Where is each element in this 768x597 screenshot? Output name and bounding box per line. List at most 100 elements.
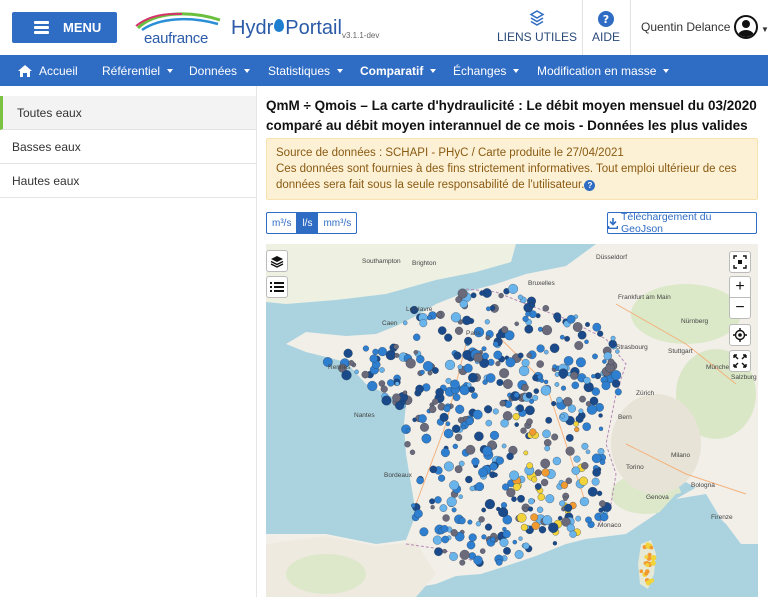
station-marker[interactable] bbox=[498, 507, 509, 518]
station-marker[interactable] bbox=[611, 379, 621, 388]
station-marker[interactable] bbox=[514, 550, 524, 559]
station-marker[interactable] bbox=[427, 370, 433, 376]
station-marker[interactable] bbox=[644, 571, 649, 576]
eaufrance-logo[interactable]: eaufrance bbox=[134, 8, 244, 48]
layers-control[interactable] bbox=[266, 250, 288, 272]
station-marker[interactable] bbox=[505, 357, 516, 368]
station-marker[interactable] bbox=[602, 359, 607, 364]
station-marker[interactable] bbox=[538, 526, 547, 534]
station-marker[interactable] bbox=[559, 500, 566, 507]
station-marker[interactable] bbox=[583, 382, 594, 393]
station-marker[interactable] bbox=[570, 371, 579, 380]
station-marker[interactable] bbox=[437, 326, 447, 335]
station-marker[interactable] bbox=[542, 305, 550, 312]
station-marker[interactable] bbox=[645, 542, 650, 547]
station-marker[interactable] bbox=[380, 385, 388, 393]
station-marker[interactable] bbox=[457, 417, 465, 424]
station-marker[interactable] bbox=[419, 369, 425, 375]
station-marker[interactable] bbox=[522, 542, 530, 550]
station-marker[interactable] bbox=[516, 513, 527, 523]
station-marker[interactable] bbox=[435, 311, 442, 318]
liens-utiles-link[interactable]: LIENS UTILES bbox=[497, 10, 577, 44]
station-marker[interactable] bbox=[443, 405, 451, 413]
station-marker[interactable] bbox=[484, 523, 493, 531]
station-marker[interactable] bbox=[361, 370, 370, 379]
station-marker[interactable] bbox=[484, 319, 490, 325]
station-marker[interactable] bbox=[465, 444, 476, 455]
station-marker[interactable] bbox=[434, 547, 443, 557]
station-marker[interactable] bbox=[501, 326, 509, 334]
station-marker[interactable] bbox=[540, 478, 549, 487]
station-marker[interactable] bbox=[464, 336, 473, 345]
station-marker[interactable] bbox=[529, 302, 536, 309]
station-marker[interactable] bbox=[467, 519, 473, 525]
station-marker[interactable] bbox=[393, 343, 399, 350]
station-marker[interactable] bbox=[432, 535, 442, 545]
zoom-in-button[interactable]: + bbox=[729, 276, 751, 298]
station-marker[interactable] bbox=[475, 482, 485, 492]
station-marker[interactable] bbox=[449, 480, 459, 491]
station-marker[interactable] bbox=[481, 352, 489, 360]
station-marker[interactable] bbox=[541, 325, 553, 336]
station-marker[interactable] bbox=[490, 536, 496, 543]
station-marker[interactable] bbox=[414, 509, 423, 519]
station-marker[interactable] bbox=[548, 522, 559, 533]
station-marker[interactable] bbox=[452, 393, 461, 402]
station-marker[interactable] bbox=[569, 530, 577, 538]
station-marker[interactable] bbox=[481, 346, 487, 352]
station-marker[interactable] bbox=[552, 541, 558, 546]
station-marker[interactable] bbox=[379, 367, 385, 373]
station-marker[interactable] bbox=[592, 322, 602, 332]
download-geojson-button[interactable]: Téléchargement du GeoJson bbox=[607, 211, 757, 235]
station-marker[interactable] bbox=[559, 334, 565, 340]
station-marker[interactable] bbox=[478, 467, 488, 478]
station-marker[interactable] bbox=[563, 397, 573, 407]
station-marker[interactable] bbox=[644, 555, 649, 559]
station-marker[interactable] bbox=[499, 368, 510, 379]
station-marker[interactable] bbox=[429, 498, 436, 505]
station-marker[interactable] bbox=[471, 457, 480, 466]
station-marker[interactable] bbox=[571, 466, 580, 475]
station-marker[interactable] bbox=[530, 513, 539, 522]
help-icon[interactable]: ? bbox=[584, 180, 596, 191]
station-marker[interactable] bbox=[520, 427, 527, 434]
station-marker[interactable] bbox=[457, 288, 468, 299]
station-marker[interactable] bbox=[585, 516, 592, 524]
station-marker[interactable] bbox=[484, 405, 493, 414]
nav-comparatif[interactable]: Comparatif bbox=[360, 55, 437, 86]
station-marker[interactable] bbox=[458, 517, 466, 525]
station-marker[interactable] bbox=[473, 555, 483, 565]
station-marker[interactable] bbox=[563, 496, 568, 502]
station-marker[interactable] bbox=[574, 341, 584, 350]
station-marker[interactable] bbox=[452, 443, 458, 450]
station-marker[interactable] bbox=[430, 505, 435, 510]
station-marker[interactable] bbox=[372, 348, 379, 356]
station-marker[interactable] bbox=[611, 370, 622, 381]
station-marker[interactable] bbox=[381, 395, 392, 406]
station-marker[interactable] bbox=[552, 456, 562, 466]
station-marker[interactable] bbox=[466, 540, 476, 550]
unit-m3s-button[interactable]: m³/s bbox=[266, 212, 298, 234]
hydroportail-logo[interactable]: Hydr Portail bbox=[231, 17, 342, 40]
menu-button[interactable]: MENU bbox=[12, 12, 117, 43]
station-marker[interactable] bbox=[527, 506, 534, 512]
fit-bounds-control[interactable] bbox=[729, 251, 751, 273]
station-marker[interactable] bbox=[445, 421, 451, 427]
station-marker[interactable] bbox=[354, 369, 359, 375]
station-marker[interactable] bbox=[439, 504, 448, 512]
station-marker[interactable] bbox=[463, 363, 473, 373]
zoom-out-button[interactable]: − bbox=[729, 297, 751, 319]
station-marker[interactable] bbox=[502, 411, 513, 421]
station-marker[interactable] bbox=[560, 385, 567, 391]
station-marker[interactable] bbox=[455, 404, 465, 414]
station-marker[interactable] bbox=[571, 381, 580, 390]
station-marker[interactable] bbox=[419, 319, 428, 328]
station-marker[interactable] bbox=[422, 361, 434, 372]
station-marker[interactable] bbox=[581, 462, 589, 470]
station-marker[interactable] bbox=[509, 470, 520, 481]
station-marker[interactable] bbox=[450, 379, 460, 390]
station-marker[interactable] bbox=[459, 299, 468, 309]
station-marker[interactable] bbox=[526, 418, 533, 425]
station-marker[interactable] bbox=[512, 413, 520, 421]
station-marker[interactable] bbox=[450, 529, 458, 537]
